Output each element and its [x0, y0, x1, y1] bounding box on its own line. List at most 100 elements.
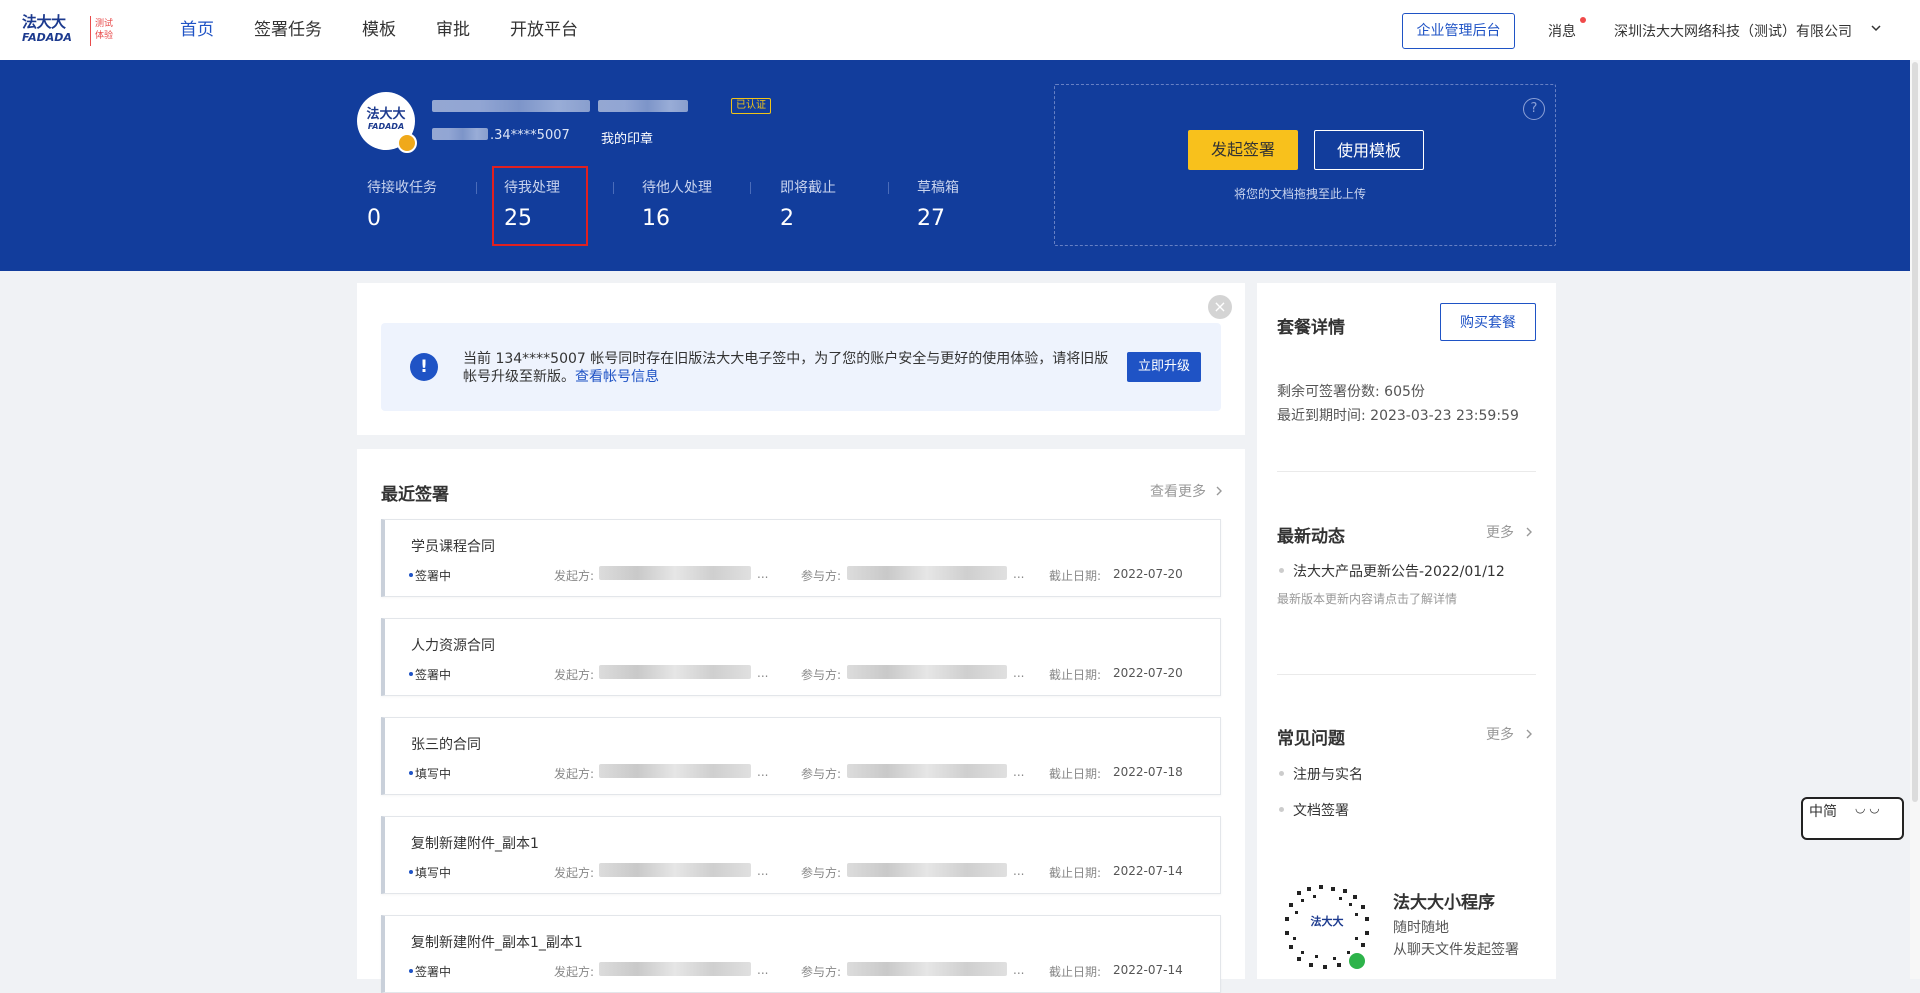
- signing-record-row[interactable]: 复制新建附件_副本1 填写中 发起方:... 参与方:... 截止日期: 2022-07-…: [381, 816, 1221, 894]
- redacted-participant: [847, 566, 1007, 580]
- participant-label: 参与方:: [801, 668, 842, 682]
- bullet: [1279, 568, 1284, 573]
- stat-separator: [750, 182, 751, 194]
- stat-label-expiring[interactable]: 即将截止: [780, 177, 836, 197]
- faq-more-link[interactable]: 更多: [1486, 724, 1514, 744]
- record-status: 签署中: [415, 569, 452, 583]
- faq-item-registration[interactable]: 注册与实名: [1293, 764, 1363, 784]
- company-switcher[interactable]: 深圳法大大网络科技（测试）有限公司: [1614, 21, 1852, 41]
- nav-sign-tasks[interactable]: 签署任务: [254, 19, 322, 41]
- chevron-down-icon[interactable]: [1870, 22, 1882, 34]
- stat-label-others-pending[interactable]: 待他人处理: [642, 177, 712, 197]
- redacted-participant: [847, 665, 1007, 679]
- recent-signatures-title: 最近签署: [381, 485, 449, 505]
- nav-templates[interactable]: 模板: [362, 19, 396, 41]
- record-status: 签署中: [415, 965, 452, 979]
- nav-home[interactable]: 首页: [180, 19, 214, 41]
- stat-label-pending-receive[interactable]: 待接收任务: [367, 177, 437, 197]
- deadline-date: 2022-07-20: [1113, 666, 1183, 680]
- view-account-link[interactable]: 查看帐号信息: [575, 369, 659, 385]
- deadline-label: 截止日期:: [1049, 767, 1102, 781]
- divider: [1277, 471, 1536, 472]
- stat-label-drafts[interactable]: 草稿箱: [917, 177, 959, 197]
- messages-link[interactable]: 消息: [1548, 21, 1576, 41]
- signing-record-row[interactable]: 复制新建附件_副本1_副本1 签署中 发起方:... 参与方:... 截止日期: 2022…: [381, 915, 1221, 993]
- deadline-label: 截止日期:: [1049, 668, 1102, 682]
- use-template-button[interactable]: 使用模板: [1314, 130, 1424, 170]
- status-dot: [409, 573, 413, 577]
- stat-value-others-pending[interactable]: 16: [642, 206, 670, 231]
- close-icon[interactable]: ×: [1208, 295, 1232, 319]
- ellipsis: ...: [1013, 963, 1025, 977]
- scrollbar-thumb[interactable]: [1912, 62, 1918, 802]
- nav-open-platform[interactable]: 开放平台: [510, 19, 578, 41]
- chevron-right-icon[interactable]: [1214, 485, 1224, 497]
- stat-value-pending-receive[interactable]: 0: [367, 206, 381, 231]
- input-method-widget[interactable]: 中简 ◡ ◡: [1801, 797, 1904, 840]
- stat-value-drafts[interactable]: 27: [917, 206, 945, 231]
- faq-title: 常见问题: [1277, 729, 1345, 749]
- qr-logo-text: 法大大: [1311, 914, 1344, 928]
- signing-record-row[interactable]: 张三的合同 填写中 发起方:... 参与方:... 截止日期: 2022-07-18: [381, 717, 1221, 795]
- initiator-label: 发起方:: [554, 569, 595, 583]
- participant-label: 参与方:: [801, 965, 842, 979]
- upgrade-now-button[interactable]: 立即升级: [1127, 352, 1201, 382]
- record-status: 签署中: [415, 668, 452, 682]
- faq-item-doc-signing[interactable]: 文档签署: [1293, 800, 1349, 820]
- signing-record-row[interactable]: 学员课程合同 签署中 发起方:... 参与方:... 截止日期: 2022-07-20: [381, 519, 1221, 597]
- ellipsis: ...: [757, 666, 769, 680]
- status-dot: [409, 672, 413, 676]
- deadline-label: 截止日期:: [1049, 866, 1102, 880]
- logo-subtext: FADADA: [22, 31, 72, 44]
- miniprogram-subtitle-1: 随时随地: [1393, 920, 1449, 936]
- stat-value-expiring[interactable]: 2: [780, 206, 794, 231]
- enterprise-admin-button[interactable]: 企业管理后台: [1402, 13, 1515, 49]
- redacted-participant: [847, 764, 1007, 778]
- verified-label: 已认证: [731, 98, 771, 114]
- miniprogram-qr-code: 法大大: [1279, 879, 1375, 975]
- deadline-date: 2022-07-14: [1113, 864, 1183, 878]
- redacted-initiator: [599, 764, 751, 778]
- nav-approval[interactable]: 审批: [436, 19, 470, 41]
- chevron-right-icon[interactable]: [1524, 728, 1534, 740]
- package-details-title: 套餐详情: [1277, 318, 1345, 338]
- participant-label: 参与方:: [801, 866, 842, 880]
- record-status: 填写中: [415, 767, 452, 781]
- news-more-link[interactable]: 更多: [1486, 522, 1514, 542]
- record-title: 人力资源合同: [411, 638, 495, 654]
- deadline-date: 2022-07-18: [1113, 765, 1183, 779]
- bullet: [1279, 807, 1284, 812]
- initiator-label: 发起方:: [554, 866, 595, 880]
- dashboard-banner: [0, 60, 1910, 271]
- ime-icons: ◡ ◡: [1855, 801, 1880, 815]
- chevron-right-icon[interactable]: [1524, 526, 1534, 538]
- deadline-date: 2022-07-20: [1113, 567, 1183, 581]
- deadline-label: 截止日期:: [1049, 965, 1102, 979]
- fadada-logo[interactable]: 法大大 FADADA 测试体验: [22, 14, 122, 48]
- ellipsis: ...: [1013, 765, 1025, 779]
- top-navbar: 法大大 FADADA 测试体验 首页 签署任务 模板 审批 开放平台 企业管理后…: [0, 0, 1920, 60]
- news-item[interactable]: 法大大产品更新公告-2022/01/12: [1293, 561, 1505, 581]
- expiry-time: 最近到期时间: 2023-03-23 23:59:59: [1277, 408, 1519, 424]
- account-phone: .34****5007: [490, 128, 570, 143]
- signing-record-row[interactable]: 人力资源合同 签署中 发起方:... 参与方:... 截止日期: 2022-07-20: [381, 618, 1221, 696]
- view-more-link[interactable]: 查看更多: [1150, 481, 1206, 501]
- highlight-annotation-box: [492, 166, 588, 246]
- initiator-label: 发起方:: [554, 668, 595, 682]
- redacted-participant: [847, 962, 1007, 976]
- bullet: [1279, 771, 1284, 776]
- start-sign-button[interactable]: 发起签署: [1188, 130, 1298, 170]
- help-icon[interactable]: ?: [1523, 98, 1545, 120]
- redacted-initiator: [599, 863, 751, 877]
- my-seal-link[interactable]: 我的印章: [601, 128, 653, 147]
- ellipsis: ...: [757, 864, 769, 878]
- record-title: 张三的合同: [411, 737, 481, 753]
- miniprogram-title: 法大大小程序: [1393, 893, 1495, 913]
- upload-drop-zone[interactable]: [1054, 84, 1556, 246]
- divider: [1277, 674, 1536, 675]
- ellipsis: ...: [757, 963, 769, 977]
- stat-separator: [888, 182, 889, 194]
- buy-package-button[interactable]: 购买套餐: [1440, 303, 1536, 341]
- redacted-company-name: [432, 100, 590, 112]
- initiator-label: 发起方:: [554, 767, 595, 781]
